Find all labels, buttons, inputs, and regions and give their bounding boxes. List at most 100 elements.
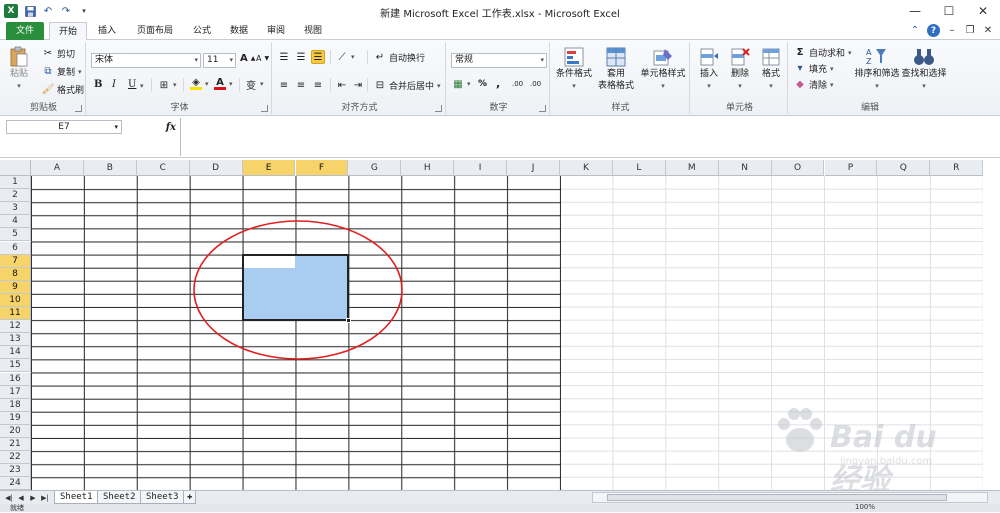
tab-page-layout[interactable]: 页面布局 <box>128 22 182 40</box>
column-header-k[interactable]: K <box>560 160 613 176</box>
column-header-c[interactable]: C <box>136 160 190 176</box>
row-header-10[interactable]: 10 <box>0 293 31 307</box>
row-header-11[interactable]: 11 <box>0 307 31 321</box>
workbook-restore-icon[interactable]: ❐ <box>964 25 976 37</box>
row-header-2[interactable]: 2 <box>0 189 31 203</box>
column-header-p[interactable]: P <box>824 160 878 176</box>
wrap-text-button[interactable]: ↵ 自动换行 <box>374 51 425 64</box>
row-header-6[interactable]: 6 <box>0 241 31 255</box>
phonetic-dropdown-icon[interactable]: ▾ <box>260 80 264 88</box>
orientation-dropdown-icon[interactable]: ▾ <box>351 53 355 61</box>
column-header-d[interactable]: D <box>189 160 243 176</box>
tab-review[interactable]: 审阅 <box>259 22 293 40</box>
comma-button[interactable]: , <box>496 77 500 90</box>
fill-button[interactable]: ▾ 填充 ▾ <box>794 62 834 75</box>
clear-dropdown-icon[interactable]: ▾ <box>830 81 834 89</box>
formula-input[interactable] <box>180 118 1000 156</box>
font-color-button[interactable]: A ▾ <box>214 77 233 90</box>
cells-area[interactable] <box>31 176 984 490</box>
format-cells-button[interactable]: 格式 ▾ <box>756 46 786 92</box>
tab-view[interactable]: 视图 <box>296 22 330 40</box>
clear-button[interactable]: ◆ 清除 ▾ <box>794 78 834 91</box>
row-header-8[interactable]: 8 <box>0 267 31 281</box>
tab-home[interactable]: 开始 <box>49 22 87 41</box>
insert-cells-button[interactable]: 插入 ▾ <box>694 46 724 92</box>
format-painter-button[interactable]: 🖌 格式刷 <box>42 83 84 96</box>
font-name-combo[interactable]: 宋体 ▾ <box>91 53 201 68</box>
row-header-3[interactable]: 3 <box>0 202 31 216</box>
column-header-r[interactable]: R <box>930 160 984 176</box>
tab-data[interactable]: 数据 <box>222 22 256 40</box>
merge-dropdown-icon[interactable]: ▾ <box>437 82 441 90</box>
select-all-button[interactable] <box>0 160 31 176</box>
row-header-16[interactable]: 16 <box>0 372 31 386</box>
format-cells-dropdown-icon[interactable]: ▾ <box>769 80 773 92</box>
orientation-button[interactable]: ⟋ ▾ <box>336 51 355 63</box>
find-select-button[interactable]: 查找和选择 ▾ <box>900 46 948 92</box>
delete-cells-dropdown-icon[interactable]: ▾ <box>738 80 742 92</box>
insert-function-button[interactable]: fx <box>124 120 180 134</box>
row-header-21[interactable]: 21 <box>0 438 31 452</box>
column-header-a[interactable]: A <box>31 160 84 176</box>
next-sheet-icon[interactable]: ▶ <box>28 492 38 503</box>
sort-filter-button[interactable]: AZ 排序和筛选 ▾ <box>854 46 900 92</box>
format-as-table-button[interactable]: 套用 表格格式 <box>596 46 636 92</box>
column-header-e[interactable]: E <box>242 160 296 176</box>
workbook-minimize-icon[interactable]: – <box>946 25 958 37</box>
borders-dropdown-icon[interactable]: ▾ <box>173 81 177 89</box>
paste-button[interactable]: 粘贴 ▾ <box>7 46 31 92</box>
help-icon[interactable]: ? <box>927 24 940 37</box>
column-header-b[interactable]: B <box>83 160 137 176</box>
accounting-dropdown-icon[interactable]: ▾ <box>467 80 471 88</box>
align-bottom-button[interactable]: ☰ <box>311 50 325 64</box>
percent-button[interactable]: % <box>478 79 487 89</box>
row-header-18[interactable]: 18 <box>0 398 31 412</box>
align-top-button[interactable]: ☰ <box>278 51 290 63</box>
horizontal-scrollbar[interactable] <box>592 492 988 503</box>
align-right-button[interactable]: ≡ <box>312 79 324 91</box>
column-header-o[interactable]: O <box>771 160 825 176</box>
bold-button[interactable]: B <box>94 79 102 90</box>
column-header-m[interactable]: M <box>665 160 719 176</box>
conditional-formatting-button[interactable]: 条件格式 ▾ <box>554 46 594 92</box>
row-header-12[interactable]: 12 <box>0 320 31 334</box>
font-size-combo[interactable]: 11 ▾ <box>203 53 236 68</box>
decrease-decimal-button[interactable]: .00 <box>530 80 541 88</box>
insert-sheet-icon[interactable]: ✚ <box>183 491 197 504</box>
copy-button[interactable]: ⧉ 复制 ▾ <box>42 65 82 78</box>
row-header-17[interactable]: 17 <box>0 385 31 399</box>
row-header-7[interactable]: 7 <box>0 254 31 268</box>
row-header-19[interactable]: 19 <box>0 411 31 425</box>
cell-styles-dropdown-icon[interactable]: ▾ <box>661 80 665 92</box>
first-sheet-icon[interactable]: ◀| <box>4 492 14 503</box>
copy-dropdown-icon[interactable]: ▾ <box>78 68 82 76</box>
row-header-24[interactable]: 24 <box>0 477 31 490</box>
column-header-f[interactable]: F <box>295 160 349 176</box>
horizontal-scroll-thumb[interactable] <box>607 494 947 501</box>
fill-color-dropdown-icon[interactable]: ▾ <box>205 80 209 88</box>
clipboard-launcher-icon[interactable] <box>75 105 82 112</box>
font-size-dropdown-icon[interactable]: ▾ <box>229 54 233 67</box>
fill-color-button[interactable]: ◈ ▾ <box>190 77 209 90</box>
borders-button[interactable]: ⊞ ▾ <box>158 79 177 91</box>
insert-cells-dropdown-icon[interactable]: ▾ <box>707 80 711 92</box>
align-center-button[interactable]: ≡ <box>295 79 307 91</box>
underline-button[interactable]: U <box>128 79 136 90</box>
sheet-tab-1[interactable]: Sheet1 <box>54 491 99 504</box>
row-header-5[interactable]: 5 <box>0 228 31 242</box>
align-middle-button[interactable]: ☰ <box>295 51 307 63</box>
maximize-button[interactable]: ☐ <box>932 0 966 22</box>
cut-button[interactable]: ✂ 剪切 <box>42 47 75 60</box>
fill-dropdown-icon[interactable]: ▾ <box>830 65 834 73</box>
increase-decimal-button[interactable]: .00 <box>512 80 523 88</box>
row-header-4[interactable]: 4 <box>0 215 31 229</box>
column-header-g[interactable]: G <box>348 160 402 176</box>
name-box[interactable]: E7 ▾ <box>6 120 122 134</box>
column-header-i[interactable]: I <box>454 160 508 176</box>
underline-dropdown-icon[interactable]: ▾ <box>140 82 144 90</box>
font-color-dropdown-icon[interactable]: ▾ <box>229 80 233 88</box>
row-header-13[interactable]: 13 <box>0 333 31 347</box>
grow-font-button[interactable]: A ▲ <box>240 53 255 64</box>
column-header-q[interactable]: Q <box>877 160 931 176</box>
align-left-button[interactable]: ≡ <box>278 79 290 91</box>
